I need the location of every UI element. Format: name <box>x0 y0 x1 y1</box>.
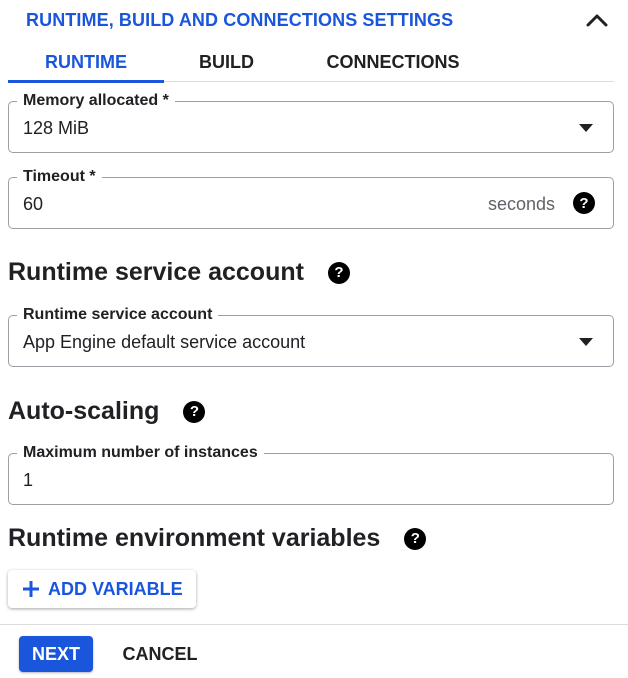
plus-icon <box>22 575 40 603</box>
timeout-label: Timeout * <box>17 166 102 188</box>
tab-label: RUNTIME <box>45 51 127 72</box>
service-account-heading: Runtime service account ? <box>8 258 350 287</box>
help-icon[interactable]: ? <box>404 527 427 550</box>
settings-section-header[interactable]: RUNTIME, BUILD AND CONNECTIONS SETTINGS <box>0 0 628 40</box>
cancel-button[interactable]: CANCEL <box>112 636 208 672</box>
max-instances-label: Maximum number of instances <box>17 442 264 464</box>
help-icon[interactable]: ? <box>573 192 595 214</box>
memory-allocated-select[interactable]: Memory allocated * 128 MiB <box>8 90 614 153</box>
tab-connections[interactable]: CONNECTIONS <box>289 42 497 82</box>
memory-allocated-value: 128 MiB <box>23 118 90 138</box>
help-icon[interactable]: ? <box>183 400 206 423</box>
service-account-value: App Engine default service account <box>23 332 306 352</box>
add-variable-button[interactable]: ADD VARIABLE <box>8 570 196 608</box>
heading-text: Runtime service account <box>8 258 304 286</box>
tab-runtime[interactable]: RUNTIME <box>8 42 164 83</box>
env-vars-heading: Runtime environment variables ? <box>8 524 427 553</box>
timeout-value[interactable]: 60 <box>23 192 43 216</box>
dropdown-arrow-icon[interactable] <box>579 124 593 132</box>
memory-allocated-label: Memory allocated * <box>17 90 175 112</box>
help-icon[interactable]: ? <box>327 261 350 284</box>
chevron-up-icon[interactable] <box>584 7 610 33</box>
next-label: NEXT <box>31 643 80 664</box>
footer-divider <box>0 624 628 625</box>
service-account-select[interactable]: Runtime service account App Engine defau… <box>8 304 614 367</box>
heading-text: Auto-scaling <box>8 397 160 425</box>
tab-bar: RUNTIME BUILD CONNECTIONS <box>8 42 614 83</box>
add-variable-label: ADD VARIABLE <box>48 578 183 599</box>
autoscaling-heading: Auto-scaling ? <box>8 397 206 426</box>
tab-build[interactable]: BUILD <box>164 42 289 82</box>
next-button[interactable]: NEXT <box>19 636 93 672</box>
dropdown-arrow-icon[interactable] <box>579 338 593 346</box>
heading-text: Runtime environment variables <box>8 524 381 552</box>
service-account-label: Runtime service account <box>17 304 219 326</box>
timeout-suffix: seconds <box>487 194 555 214</box>
max-instances-field[interactable]: Maximum number of instances 1 <box>8 442 614 505</box>
timeout-field[interactable]: Timeout * 60 seconds ? <box>8 166 614 229</box>
tab-label: CONNECTIONS <box>326 51 460 72</box>
section-title: RUNTIME, BUILD AND CONNECTIONS SETTINGS <box>26 9 454 30</box>
max-instances-value[interactable]: 1 <box>23 468 33 492</box>
tab-label: BUILD <box>199 51 254 72</box>
cancel-label: CANCEL <box>122 643 198 664</box>
